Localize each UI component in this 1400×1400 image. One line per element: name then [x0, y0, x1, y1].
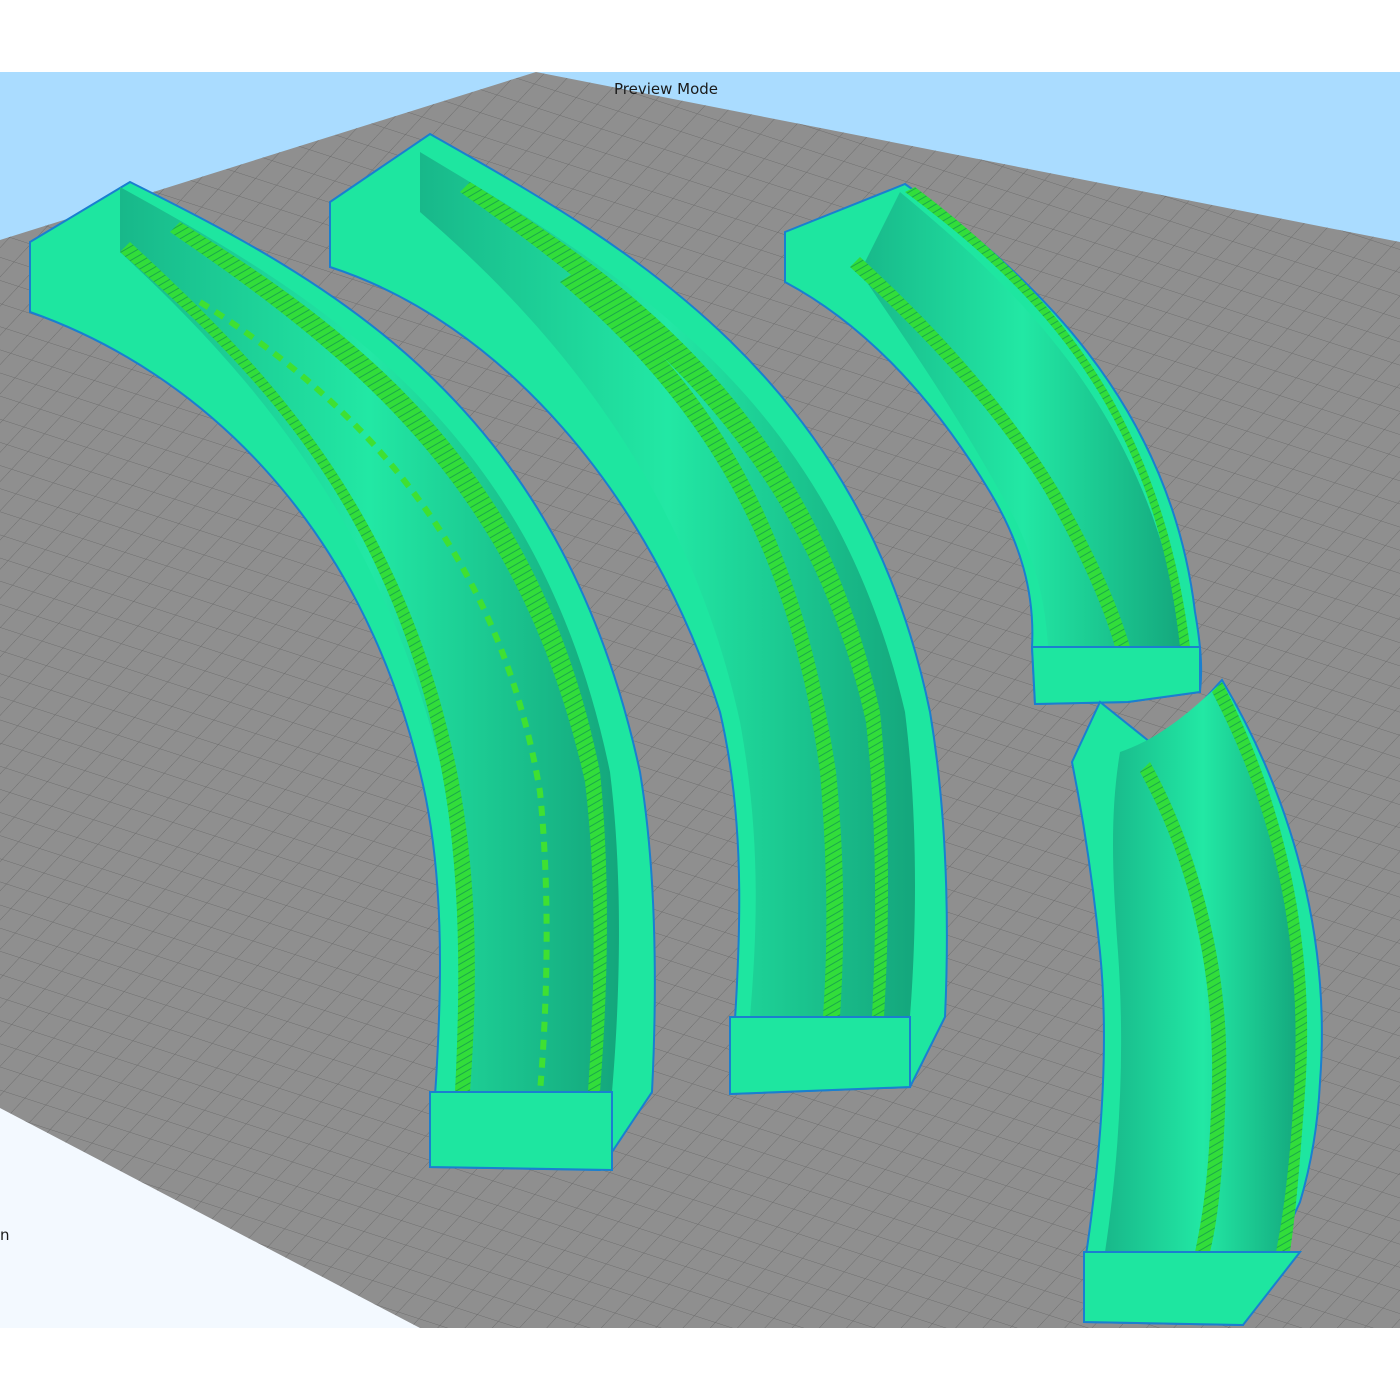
clipped-side-label: n: [0, 1226, 10, 1244]
preview-mode-label: Preview Mode: [613, 80, 719, 98]
3d-preview-viewport[interactable]: Preview Mode n: [0, 72, 1400, 1328]
